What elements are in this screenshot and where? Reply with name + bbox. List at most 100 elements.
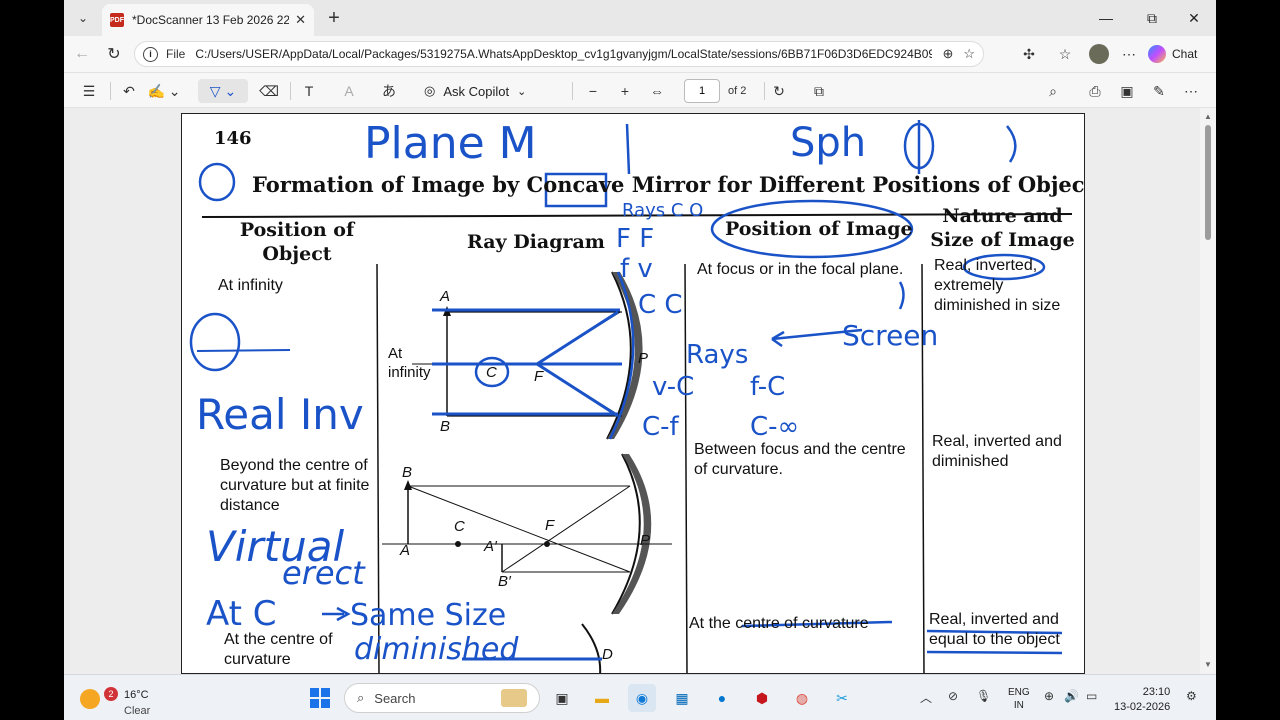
fit-page-icon[interactable]: ⇔ [644, 79, 670, 103]
highlight-tool-button[interactable]: ✍ ⌄ [146, 79, 182, 103]
favorites-icon[interactable]: ☆ [1052, 42, 1078, 66]
ink-erect: erect [282, 554, 365, 592]
favorite-star-icon[interactable]: ☆ [963, 46, 975, 62]
weather-widget[interactable]: 2 16°C Clear [78, 681, 158, 717]
mcafee-icon[interactable]: ⬢ [748, 684, 776, 712]
print-icon[interactable]: ⎙ [1082, 79, 1108, 103]
system-clock[interactable]: 23:10 13-02-2026 [1114, 685, 1170, 715]
scroll-up-icon[interactable]: ▲ [1203, 112, 1213, 121]
refresh-button[interactable]: ↻ [100, 42, 128, 66]
taskbar: 2 16°C Clear ⌕ Search ▣ ▬ ◉ ▦ ● ⬢ ◍ ✂ ︿ … [64, 674, 1216, 720]
page-number-input[interactable]: 1 [684, 79, 720, 103]
separator [764, 82, 765, 100]
snipping-tool-icon[interactable]: ✂ [828, 684, 856, 712]
row1-nature: Real, inverted, extremely diminished in … [934, 257, 1061, 314]
lang-code: ENG [1008, 687, 1030, 698]
refresh-icon: ↻ [107, 46, 121, 63]
ink-screen: Screen [842, 319, 939, 352]
text-box-icon[interactable]: T [296, 79, 322, 103]
ink-f-c: f-C [750, 372, 786, 402]
dell-icon[interactable]: ● [708, 684, 736, 712]
zoom-out-button[interactable]: − [580, 79, 606, 103]
tab-pdf-document[interactable]: PDF *DocScanner 13 Feb 2026 22-54.pdf ✕ [102, 4, 314, 36]
arrow-left-icon: ← [74, 45, 90, 62]
row1-object: At infinity [218, 277, 283, 294]
chevron-down-icon: ⌄ [77, 11, 89, 25]
scrollbar-thumb[interactable] [1205, 125, 1211, 240]
tray-chevron-icon[interactable]: ︿ [920, 689, 932, 706]
row2-label-a: A [400, 542, 411, 559]
undo-icon[interactable]: ↶ [116, 79, 142, 103]
back-button[interactable]: ← [68, 42, 96, 66]
microphone-icon[interactable]: 🎙 [976, 689, 991, 703]
tab-actions-menu[interactable]: ⌄ [70, 6, 96, 30]
battery-icon[interactable]: ▭ [1086, 689, 1097, 703]
page-number: 146 [214, 128, 252, 149]
row2-label-b-prime: B′ [498, 573, 511, 590]
task-view-icon[interactable]: ▣ [548, 684, 576, 712]
row1-label-b: B [440, 418, 451, 435]
translate-icon[interactable]: あ [376, 79, 402, 103]
ask-copilot-button[interactable]: ◎ Ask Copilot ⌄ [424, 79, 526, 103]
weather-sun-icon [80, 689, 100, 709]
document-viewport[interactable]: 146 Formation of Image by Concave Mirror… [64, 108, 1216, 674]
chrome-icon[interactable]: ◍ [788, 684, 816, 712]
rotate-icon[interactable]: ↻ [766, 79, 792, 103]
edge-icon[interactable]: ◉ [628, 684, 656, 712]
ink-v-c: v-C [652, 372, 695, 402]
store-icon[interactable]: ▦ [668, 684, 696, 712]
row1-label-c: C [486, 364, 497, 381]
eraser-icon[interactable]: ⌫ [256, 79, 282, 103]
maximize-button[interactable]: ⧉ [1130, 6, 1174, 30]
pdf-page[interactable]: 146 Formation of Image by Concave Mirror… [181, 113, 1085, 674]
tab-title: *DocScanner 13 Feb 2026 22-54.pdf [132, 13, 290, 27]
search-icon[interactable]: ⌕ [1040, 79, 1066, 103]
new-tab-button[interactable]: + [322, 6, 346, 30]
save-icon[interactable]: ▣ [1114, 79, 1140, 103]
row3-nature: Real, inverted and equal to the object [929, 611, 1060, 648]
row2-label-c: C [454, 518, 465, 535]
chat-label: Chat [1172, 47, 1198, 61]
clock-time: 23:10 [1142, 686, 1171, 698]
separator [290, 82, 291, 100]
file-explorer-icon[interactable]: ▬ [588, 684, 616, 712]
start-button[interactable] [306, 684, 334, 712]
contents-icon[interactable]: ☰ [76, 79, 102, 103]
row2-label-b: B [402, 464, 413, 481]
close-window-button[interactable]: ✕ [1172, 6, 1216, 30]
zoom-icon[interactable]: ⊕ [942, 46, 953, 62]
pdf-toolbar: ☰ ↶ ✍ ⌄ ▽ ⌄ ⌫ T A あ ◎ Ask Copilot ⌄ − + … [64, 72, 1216, 108]
page-heading: Formation of Image by Concave Mirror for… [252, 172, 1085, 197]
ink-c-f: C-f [642, 412, 679, 442]
language-indicator[interactable]: ENG IN [1008, 686, 1030, 712]
ask-copilot-label: Ask Copilot [443, 83, 510, 99]
copilot-chat-button[interactable]: Chat [1148, 43, 1212, 65]
tab-close-icon[interactable]: ✕ [295, 12, 306, 28]
taskbar-search[interactable]: ⌕ Search [344, 683, 540, 713]
address-input[interactable]: i File C:/Users/USER/AppData/Local/Packa… [134, 41, 984, 67]
volume-icon[interactable]: 🔊 [1064, 689, 1079, 703]
more-tools-icon[interactable]: ⋯ [1178, 79, 1204, 103]
notification-settings-icon[interactable]: ⚙ [1186, 689, 1197, 703]
row1-label-p: P [638, 350, 649, 367]
row1-image: At focus or in the focal plane. [697, 261, 904, 278]
more-options-icon[interactable]: ⋯ [1116, 42, 1142, 66]
zoom-in-button[interactable]: + [612, 79, 638, 103]
page-view-icon[interactable]: ⧉ [806, 79, 832, 103]
row2-nature: Real, inverted and diminished [932, 433, 1062, 470]
save-as-icon[interactable]: ✎ [1146, 79, 1172, 103]
row3-object: At the centre of curvature [224, 631, 333, 668]
vertical-scrollbar[interactable]: ▲ ▼ [1200, 108, 1216, 674]
profile-avatar[interactable] [1089, 44, 1109, 64]
extensions-icon[interactable]: ✣ [1016, 42, 1042, 66]
read-aloud-icon[interactable]: A [336, 79, 362, 103]
draw-tool-button[interactable]: ▽ ⌄ [198, 79, 248, 103]
header-nature-and-size: Nature and Size of Image [930, 205, 1075, 251]
tray-network-off-icon[interactable]: ⊘ [948, 689, 958, 703]
page-total: of 2 [728, 85, 747, 97]
search-highlight-icon [501, 689, 527, 707]
globe-icon[interactable]: ⊕ [1044, 689, 1054, 703]
minimize-button[interactable]: — [1084, 6, 1128, 30]
ink-fv: f v [620, 254, 653, 284]
scroll-down-icon[interactable]: ▼ [1203, 660, 1213, 669]
